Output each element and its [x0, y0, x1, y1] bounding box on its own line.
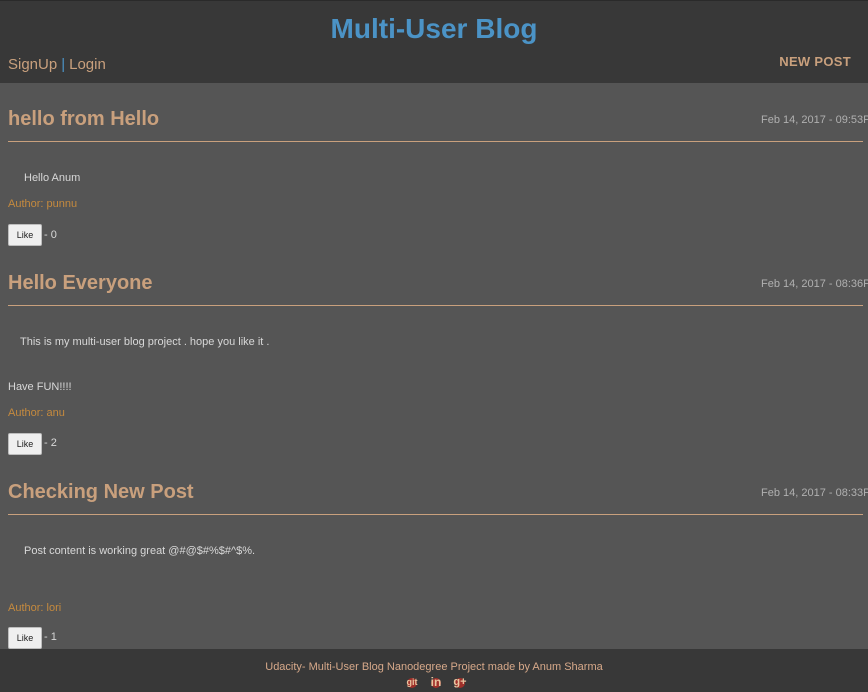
like-count: - 0 [44, 229, 57, 241]
post-divider [8, 305, 863, 306]
like-count: - 2 [44, 437, 57, 449]
post-card: Hello Everyone Feb 14, 2017 - 08:36PM Th… [8, 272, 868, 458]
like-button[interactable]: Like [8, 433, 42, 455]
linkedin-icon[interactable]: in [428, 675, 444, 689]
post-author: Author: punnu [8, 198, 78, 210]
post-card: hello from Hello Feb 14, 2017 - 09:53PM … [8, 108, 868, 248]
post-date: Feb 14, 2017 - 08:36PM [761, 278, 868, 290]
auth-links: SignUp | Login [8, 56, 106, 73]
post-title[interactable]: Checking New Post [8, 481, 194, 504]
post-divider [8, 141, 863, 142]
post-date: Feb 14, 2017 - 09:53PM [761, 114, 868, 126]
post-content: This is my multi-user blog project . hop… [20, 336, 270, 348]
signup-link[interactable]: SignUp [8, 56, 57, 73]
site-title[interactable]: Multi-User Blog [0, 13, 868, 45]
login-link[interactable]: Login [69, 56, 106, 73]
post-date: Feb 14, 2017 - 08:33PM [761, 487, 868, 499]
post-content: Have FUN!!!! [8, 381, 72, 393]
post-author: Author: anu [8, 407, 65, 419]
github-icon[interactable]: git [404, 675, 420, 689]
new-post-link[interactable]: NEW POST [779, 54, 851, 69]
like-button[interactable]: Like [8, 224, 42, 246]
post-author: Author: lori [8, 602, 62, 614]
post-content: Post content is working great @#@$#%$#^$… [24, 545, 256, 557]
site-header: Multi-User Blog SignUp | Login NEW POST [0, 0, 868, 83]
site-footer: Udacity- Multi-User Blog Nanodegree Proj… [0, 649, 868, 692]
like-button[interactable]: Like [8, 627, 42, 649]
post-title[interactable]: Hello Everyone [8, 272, 153, 295]
footer-credit: Udacity- Multi-User Blog Nanodegree Proj… [265, 661, 603, 673]
post-divider [8, 514, 863, 515]
post-title[interactable]: hello from Hello [8, 108, 159, 131]
like-count: - 1 [44, 631, 57, 643]
auth-separator: | [61, 56, 66, 73]
post-content: Hello Anum [24, 172, 81, 184]
google-plus-icon[interactable]: g+ [452, 675, 468, 689]
post-card: Checking New Post Feb 14, 2017 - 08:33PM… [8, 481, 868, 649]
